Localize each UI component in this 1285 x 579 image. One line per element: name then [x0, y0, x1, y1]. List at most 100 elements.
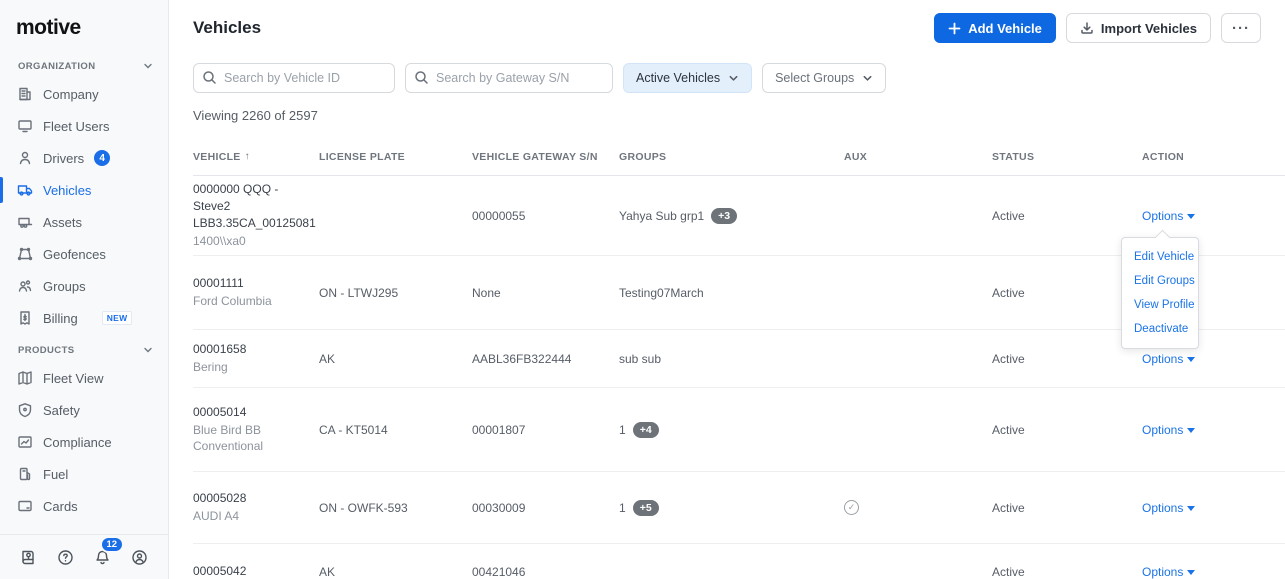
sidebar-item-billing[interactable]: Billing NEW	[0, 302, 168, 334]
sidebar-item-assets[interactable]: Assets	[0, 206, 168, 238]
sidebar-item-company[interactable]: Company	[0, 78, 168, 110]
help-icon[interactable]	[54, 545, 78, 569]
license-cell: CA - KT5014	[319, 423, 472, 437]
column-header-action[interactable]: ACTION	[1142, 151, 1285, 163]
column-header-status[interactable]: STATUS	[992, 151, 1142, 163]
group-count-badge[interactable]: +4	[633, 422, 659, 438]
sidebar-item-fuel[interactable]: Fuel	[0, 458, 168, 490]
column-header-vehicle[interactable]: VEHICLE ↑	[193, 151, 319, 163]
app-window: motive ORGANIZATION Company Fleet Users …	[0, 0, 1285, 579]
sidebar-item-fleet-users[interactable]: Fleet Users	[0, 110, 168, 142]
caret-down-icon	[1187, 428, 1195, 433]
sidebar-item-safety[interactable]: Safety	[0, 394, 168, 426]
group-count-badge[interactable]: +3	[711, 208, 737, 224]
options-label: Options	[1142, 209, 1183, 223]
column-header-aux[interactable]: AUX	[844, 151, 992, 163]
search-icon	[414, 70, 429, 85]
filters-toolbar: Active Vehicles Select Groups	[169, 43, 1285, 93]
trailer-icon	[17, 214, 33, 230]
column-label: VEHICLE	[193, 151, 241, 163]
sidebar-item-label: Safety	[43, 403, 80, 418]
action-cell: Options	[1142, 352, 1285, 366]
column-header-gateway[interactable]: VEHICLE GATEWAY S/N	[472, 151, 619, 163]
menu-item-edit-groups[interactable]: Edit Groups	[1122, 269, 1198, 293]
column-header-license[interactable]: LICENSE PLATE	[319, 151, 472, 163]
groups-cell: 1 +5	[619, 500, 844, 516]
sidebar-item-geofences[interactable]: Geofences	[0, 238, 168, 270]
column-header-groups[interactable]: GROUPS	[619, 151, 844, 163]
gateway-cell: 00421046	[472, 565, 619, 579]
billing-new-badge: NEW	[102, 311, 133, 325]
account-icon[interactable]	[128, 545, 152, 569]
menu-item-view-profile[interactable]: View Profile	[1122, 293, 1198, 317]
vehicle-name: 00005042	[193, 563, 319, 579]
page-header: Vehicles Add Vehicle Import Vehicles ···	[169, 0, 1285, 43]
status-cell: Active	[992, 286, 1142, 300]
menu-item-deactivate[interactable]: Deactivate	[1122, 317, 1198, 341]
import-vehicles-button[interactable]: Import Vehicles	[1066, 13, 1211, 43]
sidebar-item-label: Fleet View	[43, 371, 103, 386]
license-cell: ON - LTWJ295	[319, 286, 472, 300]
vehicle-cell: 00005014 Blue Bird BB Conventional	[193, 404, 319, 455]
shield-icon	[17, 402, 33, 418]
sidebar-item-drivers[interactable]: Drivers 4	[0, 142, 168, 174]
more-icon: ···	[1232, 20, 1250, 37]
options-button[interactable]: Options	[1142, 423, 1195, 437]
map-icon	[17, 370, 33, 386]
sort-asc-icon: ↑	[245, 151, 250, 162]
active-vehicles-filter[interactable]: Active Vehicles	[623, 63, 752, 93]
main-content: Vehicles Add Vehicle Import Vehicles ···	[169, 0, 1285, 579]
vehicle-name: 00005028	[193, 490, 319, 507]
sidebar-item-label: Compliance	[43, 435, 112, 450]
notifications-bell-icon[interactable]: 12	[91, 545, 115, 569]
license-cell: AK	[319, 565, 472, 579]
sidebar-item-label: Geofences	[43, 247, 106, 262]
groups-cell: Yahya Sub grp1 +3	[619, 208, 844, 224]
action-cell: Options	[1142, 501, 1285, 515]
groups-cell: sub sub	[619, 352, 844, 366]
menu-item-edit-vehicle[interactable]: Edit Vehicle	[1122, 245, 1198, 269]
motive-logo: motive	[0, 0, 168, 50]
aux-check-icon: ✓	[844, 500, 859, 515]
more-options-button[interactable]: ···	[1221, 13, 1261, 43]
select-groups-filter[interactable]: Select Groups	[762, 63, 886, 93]
options-button[interactable]: Options	[1142, 501, 1195, 515]
sidebar: motive ORGANIZATION Company Fleet Users …	[0, 0, 169, 579]
action-cell: Options	[1142, 423, 1285, 437]
import-icon	[1080, 21, 1094, 35]
options-button[interactable]: Options	[1142, 209, 1195, 223]
vehicle-search	[193, 63, 395, 93]
sidebar-item-groups[interactable]: Groups	[0, 270, 168, 302]
vehicle-name: 00001658	[193, 341, 319, 358]
vehicle-subtitle: 1400\\xa0	[193, 233, 319, 250]
sidebar-item-cards[interactable]: Cards	[0, 490, 168, 522]
logbook-icon[interactable]	[17, 545, 41, 569]
sidebar-item-label: Drivers	[43, 151, 84, 166]
options-button[interactable]: Options	[1142, 352, 1195, 366]
table-header-row: VEHICLE ↑ LICENSE PLATE VEHICLE GATEWAY …	[193, 138, 1285, 176]
sidebar-item-vehicles[interactable]: Vehicles	[0, 174, 168, 206]
sidebar-item-fleet-view[interactable]: Fleet View	[0, 362, 168, 394]
search-vehicle-input[interactable]	[193, 63, 395, 93]
options-button[interactable]: Options	[1142, 565, 1195, 579]
license-cell: AK	[319, 352, 472, 366]
chart-doc-icon	[17, 434, 33, 450]
sidebar-item-compliance[interactable]: Compliance	[0, 426, 168, 458]
caret-down-icon	[1187, 570, 1195, 575]
drivers-count-badge: 4	[94, 150, 110, 166]
status-cell: Active	[992, 209, 1142, 223]
vehicle-cell: 00005042	[193, 563, 319, 579]
status-cell: Active	[992, 565, 1142, 579]
section-products[interactable]: PRODUCTS	[0, 334, 168, 362]
vehicle-name: 0000000 QQQ - Steve2 LBB3.35CA_00125081	[193, 181, 319, 231]
gateway-cell: AABL36FB322444	[472, 352, 619, 366]
group-count-badge[interactable]: +5	[633, 500, 659, 516]
sidebar-item-label: Cards	[43, 499, 78, 514]
add-vehicle-button[interactable]: Add Vehicle	[934, 13, 1056, 43]
sidebar-item-label: Billing	[43, 311, 78, 326]
gateway-cell: 00000055	[472, 209, 619, 223]
vehicle-subtitle: AUDI A4	[193, 508, 319, 525]
search-gateway-input[interactable]	[405, 63, 613, 93]
chevron-down-icon	[142, 60, 154, 72]
section-organization[interactable]: ORGANIZATION	[0, 50, 168, 78]
